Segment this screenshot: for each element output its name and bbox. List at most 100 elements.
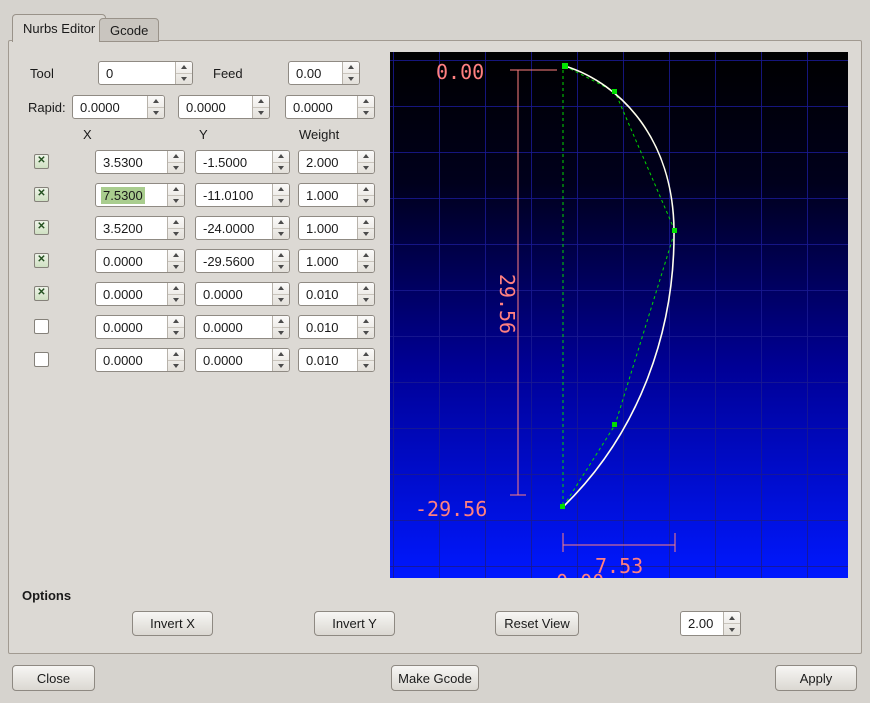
point-2-weight-spinbox[interactable]: 1.000 [298,183,375,207]
spin-up-button[interactable] [168,316,184,327]
point-5-weight-spinbox[interactable]: 0.010 [298,282,375,306]
point-3-checkbox[interactable] [34,220,49,235]
spin-down-button[interactable] [358,260,374,273]
spin-up-button[interactable] [176,62,192,73]
spin-up-button[interactable] [343,62,359,73]
point-2-x-value[interactable]: 7.5300 [96,184,167,206]
scale-spinbox[interactable]: 2.00 [680,611,741,636]
rapid-z-value[interactable]: 0.0000 [286,96,357,118]
spin-up-button[interactable] [358,349,374,360]
control-point-marker[interactable] [672,228,677,233]
point-4-x-spinbox[interactable]: 0.0000 [95,249,185,273]
point-4-y-value[interactable]: -29.5600 [196,250,272,272]
control-point-markers[interactable] [560,63,677,509]
point-7-checkbox[interactable] [34,352,49,367]
point-5-y-spinbox[interactable]: 0.0000 [195,282,290,306]
spin-down-button[interactable] [358,227,374,240]
control-point-marker[interactable] [612,422,617,427]
spin-down-button[interactable] [168,161,184,174]
point-1-y-spinbox[interactable]: -1.5000 [195,150,290,174]
rapid-x-spinbox[interactable]: 0.0000 [72,95,165,119]
spin-up-button[interactable] [168,349,184,360]
spin-up-button[interactable] [273,283,289,294]
spin-down-button[interactable] [168,260,184,273]
invert-y-button[interactable]: Invert Y [314,611,395,636]
spin-down-button[interactable] [358,326,374,339]
spin-up-button[interactable] [168,184,184,195]
spin-down-button[interactable] [168,194,184,207]
spin-down-button[interactable] [168,326,184,339]
point-6-y-value[interactable]: 0.0000 [196,316,272,338]
point-1-x-spinbox[interactable]: 3.5300 [95,150,185,174]
point-6-y-spinbox[interactable]: 0.0000 [195,315,290,339]
tab-gcode[interactable]: Gcode [99,18,160,42]
point-7-x-value[interactable]: 0.0000 [96,349,167,371]
spin-up-button[interactable] [168,283,184,294]
spin-up-button[interactable] [358,316,374,327]
spin-up-button[interactable] [168,250,184,261]
spin-down-button[interactable] [148,106,164,119]
spin-up-button[interactable] [168,151,184,162]
rapid-y-value[interactable]: 0.0000 [179,96,252,118]
point-3-x-value[interactable]: 3.5200 [96,217,167,239]
spin-up-button[interactable] [273,151,289,162]
spin-down-button[interactable] [358,194,374,207]
rapid-x-value[interactable]: 0.0000 [73,96,147,118]
spin-down-button[interactable] [273,194,289,207]
point-6-weight-spinbox[interactable]: 0.010 [298,315,375,339]
spin-up-button[interactable] [273,316,289,327]
point-4-weight-spinbox[interactable]: 1.000 [298,249,375,273]
point-5-checkbox[interactable] [34,286,49,301]
invert-x-button[interactable]: Invert X [132,611,213,636]
point-4-x-value[interactable]: 0.0000 [96,250,167,272]
tab-nurbs-editor[interactable]: Nurbs Editor [12,14,107,42]
scale-value[interactable]: 2.00 [681,612,723,635]
reset-view-button[interactable]: Reset View [495,611,579,636]
preview-canvas[interactable]: 0.00 29.56 -29.56 7.53 0.00 [390,52,848,578]
feed-spinbox[interactable]: 0.00 [288,61,360,85]
control-point-marker[interactable] [560,504,565,509]
spin-down-button[interactable] [358,359,374,372]
spin-up-button[interactable] [253,96,269,107]
spin-down-button[interactable] [724,623,740,635]
point-1-checkbox[interactable] [34,154,49,169]
spin-down-button[interactable] [358,161,374,174]
point-1-weight-spinbox[interactable]: 2.000 [298,150,375,174]
rapid-y-spinbox[interactable]: 0.0000 [178,95,270,119]
tool-value[interactable]: 0 [99,62,175,84]
point-5-weight-value[interactable]: 0.010 [299,283,357,305]
point-1-x-value[interactable]: 3.5300 [96,151,167,173]
point-7-weight-value[interactable]: 0.010 [299,349,357,371]
spin-up-button[interactable] [724,612,740,623]
spin-down-button[interactable] [168,293,184,306]
spin-down-button[interactable] [273,227,289,240]
point-6-checkbox[interactable] [34,319,49,334]
control-point-marker[interactable] [612,89,617,94]
point-3-x-spinbox[interactable]: 3.5200 [95,216,185,240]
spin-down-button[interactable] [358,293,374,306]
spin-down-button[interactable] [253,106,269,119]
spin-up-button[interactable] [358,151,374,162]
spin-up-button[interactable] [358,283,374,294]
close-button[interactable]: Close [12,665,95,691]
spin-up-button[interactable] [358,250,374,261]
point-7-weight-spinbox[interactable]: 0.010 [298,348,375,372]
point-3-weight-value[interactable]: 1.000 [299,217,357,239]
spin-up-button[interactable] [148,96,164,107]
spin-down-button[interactable] [273,359,289,372]
spin-down-button[interactable] [273,260,289,273]
spin-up-button[interactable] [358,96,374,107]
point-2-x-spinbox[interactable]: 7.5300 [95,183,185,207]
point-2-y-spinbox[interactable]: -11.0100 [195,183,290,207]
point-4-checkbox[interactable] [34,253,49,268]
spin-down-button[interactable] [176,72,192,85]
spin-up-button[interactable] [273,250,289,261]
point-1-weight-value[interactable]: 2.000 [299,151,357,173]
spin-up-button[interactable] [273,184,289,195]
spin-up-button[interactable] [168,217,184,228]
spin-down-button[interactable] [358,106,374,119]
point-6-x-spinbox[interactable]: 0.0000 [95,315,185,339]
point-3-weight-spinbox[interactable]: 1.000 [298,216,375,240]
point-3-y-value[interactable]: -24.0000 [196,217,272,239]
make-gcode-button[interactable]: Make Gcode [391,665,479,691]
